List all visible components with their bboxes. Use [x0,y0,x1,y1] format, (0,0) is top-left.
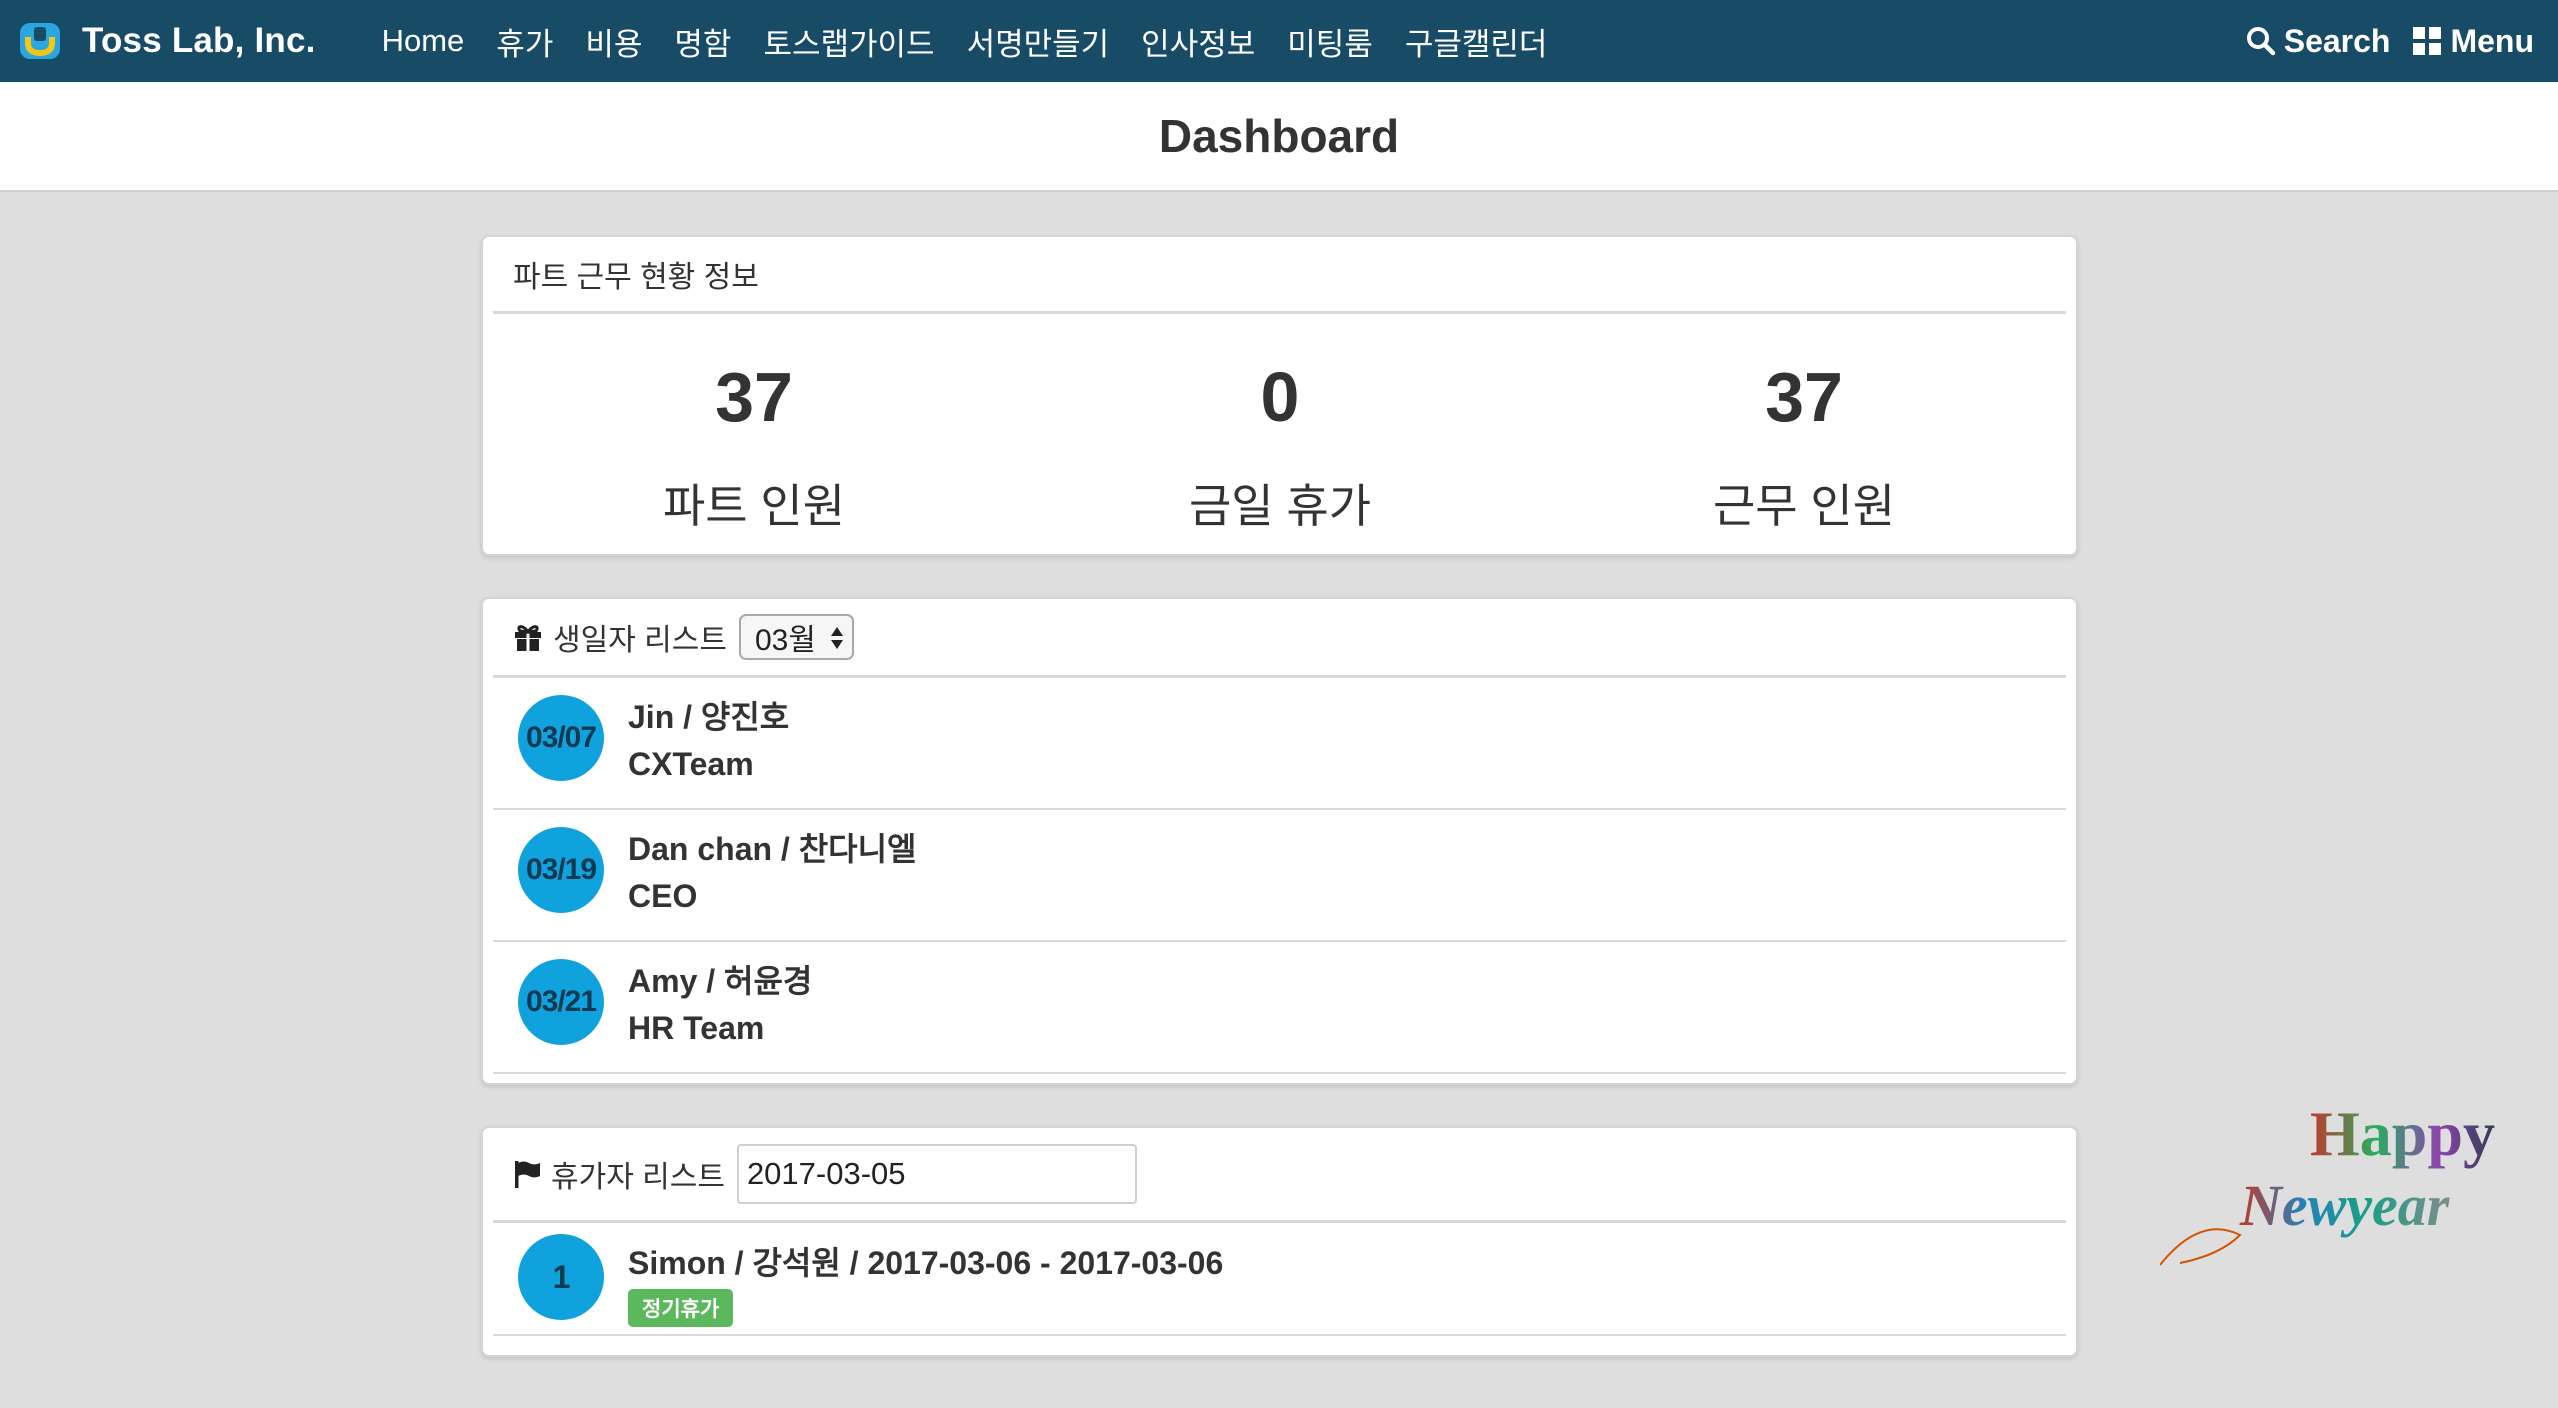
part-status-panel: 파트 근무 현황 정보 37 파트 인원 0 금일 휴가 37 근무 인원 [481,235,2078,556]
gift-icon [513,622,543,652]
stat-today-vacation: 0 금일 휴가 [1080,362,1480,536]
list-item: 03/21 Amy / 허윤경 HR Team [493,942,2066,1074]
list-item: 1 Simon / 강석원 / 2017-03-06 - 2017-03-06 … [493,1223,2066,1336]
flag-icon [513,1159,541,1189]
nav-link-home[interactable]: Home [382,23,465,59]
panel-title: 파트 근무 현황 정보 [513,261,759,294]
vacation-entry: Simon / 강석원 / 2017-03-06 - 2017-03-06 [628,1245,1224,1281]
menu-label: Menu [2450,22,2534,59]
newyear-line-1: Happy [2310,1098,2495,1169]
panel-heading: 생일자 리스트 03월 [493,599,2066,678]
stat-value: 37 [1765,358,1843,436]
nav-link-google-calendar[interactable]: 구글캘린더 [1405,19,1548,64]
newyear-line-2: Newyear [2239,1173,2450,1238]
menu-button[interactable]: Menu [2412,23,2534,60]
vacation-date-input[interactable]: 2017-03-05 [736,1144,1137,1204]
stat-working-members: 37 근무 인원 [1604,362,2004,536]
brand[interactable]: Toss Lab, Inc. [18,19,316,63]
vacation-type-badge: 정기휴가 [628,1289,734,1327]
person-team: HR Team [628,1010,765,1046]
select-arrows-icon [830,627,843,649]
month-select[interactable]: 03월 [738,614,854,660]
date-input-value: 2017-03-05 [746,1156,906,1191]
birthday-list-panel: 생일자 리스트 03월 03/07 Jin / 양진호 CXTeam 03/19… [481,597,2078,1085]
person-name: Amy / 허윤경 [628,963,813,999]
panel-title: 휴가자 리스트 [551,1161,725,1194]
stat-label: 파트 인원 [662,480,846,532]
list-item: 03/07 Jin / 양진호 CXTeam [493,678,2066,810]
nav-link-meeting-room[interactable]: 미팅룸 [1287,19,1373,64]
nav-link-business-card[interactable]: 명함 [674,19,731,64]
person-name: Jin / 양진호 [628,699,790,735]
stat-part-members: 37 파트 인원 [554,362,954,536]
person-team: CXTeam [628,746,754,782]
stat-label: 금일 휴가 [1188,480,1372,532]
stat-value: 37 [715,358,793,436]
nav-link-vacation[interactable]: 휴가 [496,19,553,64]
date-badge: 03/19 [518,827,604,913]
list-item: 03/19 Dan chan / 찬다니엘 CEO [493,810,2066,942]
date-badge: 03/07 [518,695,604,781]
brand-logo-icon [20,23,60,59]
brand-name: Toss Lab, Inc. [82,21,316,60]
search-label: Search [2283,22,2391,59]
person-team: CEO [628,878,698,914]
nav-link-hr-info[interactable]: 인사정보 [1141,19,1255,64]
stat-label: 근무 인원 [1712,480,1896,532]
date-badge: 03/21 [518,959,604,1045]
nav-link-signature[interactable]: 서명만들기 [967,19,1110,64]
person-name: Dan chan / 찬다니엘 [628,831,917,867]
month-select-value: 03월 [754,624,816,657]
nav-right: Search Menu [2224,0,2534,82]
vacation-list-panel: 휴가자 리스트 2017-03-05 1 Simon / 강석원 / 2017-… [481,1126,2078,1357]
search-icon [2246,27,2275,56]
grid-menu-icon [2413,27,2442,55]
search-button[interactable]: Search [2246,22,2391,60]
panel-title: 생일자 리스트 [553,624,727,657]
panel-heading: 휴가자 리스트 2017-03-05 [493,1128,2066,1223]
nav-link-guide[interactable]: 토스랩가이드 [763,19,934,64]
page-title: Dashboard [1158,110,1400,162]
nav-link-expense[interactable]: 비용 [585,19,642,64]
top-navbar: Toss Lab, Inc. Home 휴가 비용 명함 토스랩가이드 서명만들… [0,0,2558,82]
page-header: Dashboard [0,82,2558,192]
happy-newyear-decoration: Happy Newyear [2160,1098,2495,1266]
panel-heading: 파트 근무 현황 정보 [493,237,2066,314]
index-badge: 1 [518,1234,604,1320]
nav-links: Home 휴가 비용 명함 토스랩가이드 서명만들기 인사정보 미팅룸 구글캘린… [382,19,1580,64]
stat-value: 0 [1260,358,1300,436]
